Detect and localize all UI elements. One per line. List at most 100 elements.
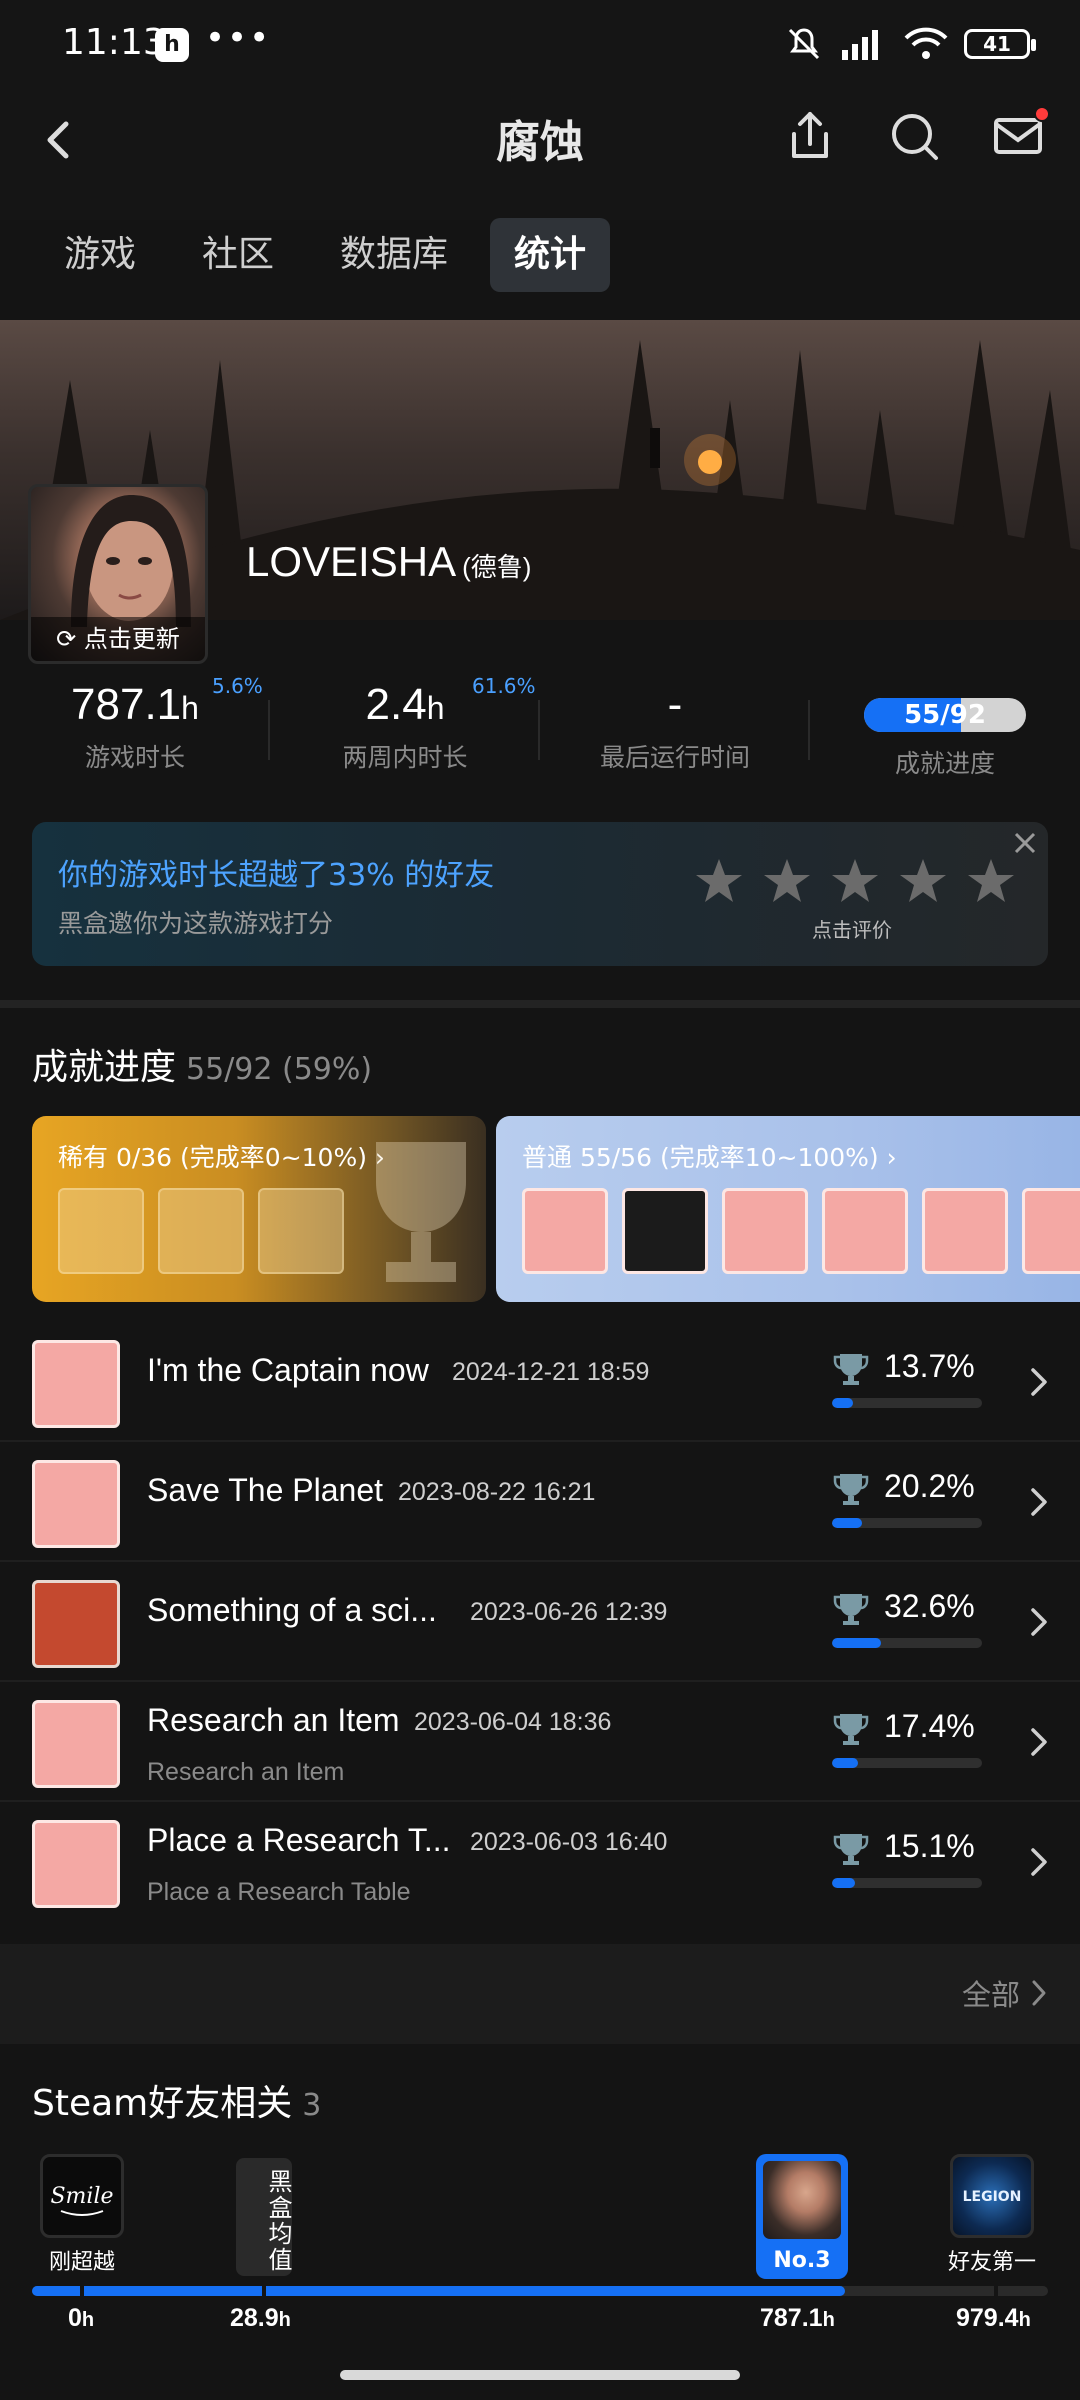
achievement-row[interactable]: Research an Item 2023-06-04 18:36 Resear… bbox=[0, 1682, 1080, 1802]
rare-achievements-card[interactable]: 稀有 0/36 (完成率0~10%) › bbox=[32, 1116, 486, 1302]
achievement-rate-bar bbox=[832, 1758, 982, 1768]
star-icon[interactable] bbox=[898, 856, 948, 906]
battery-icon: 41 bbox=[964, 29, 1036, 59]
achievement-rate-bar bbox=[832, 1518, 982, 1528]
view-all-band: 全部 bbox=[0, 1944, 1080, 2044]
dragon-icon bbox=[32, 1820, 120, 1908]
playtime-comparison-fill bbox=[32, 2286, 845, 2296]
achievement-row[interactable]: Place a Research T... 2023-06-03 16:40 P… bbox=[0, 1802, 1080, 1922]
mail-button[interactable] bbox=[986, 104, 1050, 168]
legion-logo-avatar: LEGION bbox=[963, 2189, 1022, 2205]
friend-caption: 刚超越 bbox=[48, 2250, 115, 2275]
friend-top[interactable]: LEGION 好友第一 bbox=[948, 2154, 1036, 2276]
view-all-link[interactable]: 全部 bbox=[962, 1972, 1050, 2014]
achievement-row[interactable]: I'm the Captain now 2024-12-21 18:59 13.… bbox=[0, 1322, 1080, 1442]
tick-value: 979.4 bbox=[956, 2304, 1019, 2332]
view-all-label: 全部 bbox=[961, 1978, 1020, 2012]
search-icon[interactable] bbox=[882, 104, 946, 168]
close-icon[interactable] bbox=[1008, 826, 1042, 860]
achievement-row[interactable]: Save The Planet 2023-08-22 16:21 20.2% bbox=[0, 1442, 1080, 1562]
avatar[interactable]: ⟳ 点击更新 bbox=[28, 484, 208, 664]
mute-icon bbox=[788, 28, 820, 60]
status-bar: 11:13 h ••• 41 bbox=[0, 0, 1080, 90]
refresh-label: 点击更新 bbox=[83, 625, 180, 653]
chevron-right-icon bbox=[1031, 1848, 1047, 1876]
rare-achievement-claw-icon bbox=[158, 1188, 244, 1274]
playtime-value: 787.1 bbox=[71, 680, 182, 729]
achievement-row[interactable]: Something of a sci... 2023-06-26 12:39 3… bbox=[0, 1562, 1080, 1682]
tab-database[interactable]: 数据库 bbox=[316, 218, 472, 292]
friend-avatar: LEGION bbox=[950, 2154, 1034, 2238]
my-avatar bbox=[760, 2158, 844, 2242]
achievement-name: Save The Planet bbox=[147, 1472, 384, 1508]
stat-achievement: 55/92 成就进度 bbox=[810, 680, 1080, 780]
rare-achievement-shark-icon bbox=[58, 1188, 144, 1274]
chevron-right-icon bbox=[1031, 1608, 1047, 1636]
friends-section-title: Steam好友相关 3 bbox=[32, 2074, 321, 2126]
common-card-label: 普通 55/56 (完成率10~100%) › bbox=[522, 1138, 897, 1174]
achievements-title: 成就进度 bbox=[32, 1047, 177, 1088]
achievement-percent: 17.4% bbox=[884, 1708, 975, 1744]
achievement-rate-fill bbox=[832, 1518, 863, 1528]
achievement-dragon-icon bbox=[522, 1188, 608, 1274]
achievement-astronaut-icon bbox=[822, 1188, 908, 1274]
star-icon[interactable] bbox=[830, 856, 880, 906]
region: (德鲁) bbox=[462, 552, 532, 582]
svg-text:LEGION: LEGION bbox=[963, 2189, 1022, 2205]
signal-icon bbox=[842, 30, 878, 60]
tick-label: 979.4h bbox=[956, 2304, 1031, 2333]
tab-community[interactable]: 社区 bbox=[178, 218, 298, 292]
stats-row: 787.1h 游戏时长 5.6% 2.4h 两周内时长 61.6% - 最后运行… bbox=[0, 674, 1080, 790]
achievement-rate-fill bbox=[832, 1398, 853, 1408]
common-achievements-card[interactable]: 普通 55/56 (完成率10~100%) › bbox=[496, 1116, 1080, 1302]
share-icon[interactable] bbox=[778, 104, 842, 168]
common-label: 普通 55/56 (完成率10~100%) bbox=[522, 1143, 879, 1172]
tick-value: 787.1 bbox=[760, 2304, 823, 2332]
chevron-right-icon bbox=[1031, 1728, 1047, 1756]
star-icon[interactable] bbox=[694, 856, 744, 906]
chevron-right-icon bbox=[1031, 1368, 1047, 1396]
achievement-date: 2023-06-26 12:39 bbox=[470, 1598, 668, 1626]
tab-game[interactable]: 游戏 bbox=[40, 218, 160, 292]
two-week-percent: 61.6% bbox=[472, 674, 536, 698]
friend-just-passed[interactable]: Smile 刚超越 bbox=[40, 2154, 124, 2276]
smile-logo-avatar: Smile bbox=[50, 2184, 114, 2216]
achievement-mushroom-icon bbox=[722, 1188, 808, 1274]
friends-count: 3 bbox=[302, 2088, 322, 2123]
astronaut-icon bbox=[32, 1340, 120, 1428]
crosshair-soldier-icon bbox=[32, 1580, 120, 1668]
achievement-date: 2024-12-21 18:59 bbox=[452, 1358, 650, 1386]
tick-label: 787.1h bbox=[760, 2304, 835, 2333]
friend-me[interactable]: No.3 bbox=[756, 2154, 848, 2279]
chevron-right-icon bbox=[1032, 1980, 1046, 2006]
avatar-portrait bbox=[71, 495, 191, 627]
rare-card-label: 稀有 0/36 (完成率0~10%) › bbox=[58, 1138, 385, 1174]
star-icon[interactable] bbox=[762, 856, 812, 906]
two-week-unit: h bbox=[426, 690, 445, 726]
playtime-label: 游戏时长 bbox=[84, 743, 185, 772]
more-notifications-icon: ••• bbox=[205, 18, 272, 58]
home-indicator[interactable] bbox=[340, 2370, 740, 2380]
achievement-tool-icon bbox=[922, 1188, 1008, 1274]
magnifier-icon bbox=[32, 1700, 120, 1788]
achievement-percent: 13.7% bbox=[884, 1348, 975, 1384]
star-icon[interactable] bbox=[966, 856, 1016, 906]
trophy-icon bbox=[833, 1714, 869, 1745]
playtime-percent: 5.6% bbox=[212, 674, 263, 698]
friend-avatar: Smile bbox=[40, 2154, 124, 2238]
last-run-label: 最后运行时间 bbox=[599, 743, 750, 772]
chevron-right-icon bbox=[1031, 1488, 1047, 1516]
achievement-percent: 15.1% bbox=[884, 1828, 975, 1864]
achievement-name: I'm the Captain now bbox=[147, 1352, 429, 1388]
rating-subtitle: 黑盒邀你为这款游戏打分 bbox=[58, 909, 334, 938]
playtime-comparison-track bbox=[32, 2286, 1048, 2296]
achievement-date: 2023-08-22 16:21 bbox=[398, 1478, 596, 1506]
tab-stats[interactable]: 统计 bbox=[490, 218, 611, 292]
avatar-refresh-button[interactable]: ⟳ 点击更新 bbox=[31, 617, 205, 661]
trophy-icon bbox=[833, 1474, 869, 1505]
achievement-rate-bar bbox=[832, 1638, 982, 1648]
status-time: 11:13 bbox=[62, 22, 166, 63]
tick-label: 0h bbox=[68, 2304, 94, 2333]
stat-last-run: - 最后运行时间 bbox=[540, 680, 810, 774]
svg-text:Smile: Smile bbox=[50, 2184, 113, 2209]
